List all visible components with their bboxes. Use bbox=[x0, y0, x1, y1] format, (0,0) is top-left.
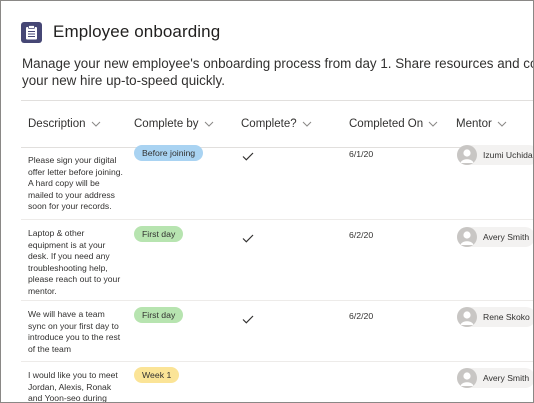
row-description: I would like you to meet Jordan, Alexis,… bbox=[28, 370, 118, 403]
page-description: Manage your new employee's onboarding pr… bbox=[22, 55, 533, 89]
column-header-label: Completed On bbox=[349, 118, 424, 130]
chevron-down-icon bbox=[428, 121, 438, 127]
avatar bbox=[457, 145, 477, 165]
app-header: Employee onboarding bbox=[21, 21, 220, 43]
row-description: Please sign your digital offer letter be… bbox=[28, 155, 123, 212]
completed-on-date: 6/2/20 bbox=[349, 230, 374, 240]
check-icon bbox=[242, 148, 254, 166]
mentor-persona[interactable]: Avery Smith bbox=[457, 227, 533, 247]
chevron-down-icon bbox=[497, 121, 507, 127]
description-line-1: Manage your new employee's onboarding pr… bbox=[22, 56, 533, 71]
page-title: Employee onboarding bbox=[53, 22, 221, 41]
column-header-label: Complete by bbox=[134, 118, 199, 130]
table-header: Description Complete by Complete? Comple… bbox=[21, 100, 533, 148]
mentor-name: Avery Smith bbox=[483, 232, 530, 242]
mentor-persona[interactable]: Izumi Uchida bbox=[457, 145, 533, 165]
complete-by-pill: First day bbox=[134, 226, 184, 242]
check-icon bbox=[242, 230, 254, 248]
column-header-label: Description bbox=[28, 118, 86, 130]
chevron-down-icon bbox=[91, 121, 100, 127]
mentor-name: Rene Skoko bbox=[483, 312, 530, 322]
complete-by-pill: Week 1 bbox=[134, 367, 180, 383]
column-header-mentor[interactable]: Mentor bbox=[456, 101, 507, 147]
mentor-persona[interactable]: Rene Skoko bbox=[457, 307, 533, 327]
check-icon bbox=[242, 311, 254, 329]
chevron-down-icon bbox=[302, 121, 311, 127]
column-header-completed-on[interactable]: Completed On bbox=[349, 101, 438, 147]
column-header-label: Complete? bbox=[241, 118, 297, 130]
avatar bbox=[457, 368, 477, 388]
chevron-down-icon bbox=[204, 121, 213, 127]
column-header-complete[interactable]: Complete? bbox=[241, 101, 312, 147]
column-header-label: Mentor bbox=[456, 118, 492, 130]
column-header-description[interactable]: Description bbox=[28, 101, 101, 147]
clipboard-list-icon bbox=[21, 21, 42, 43]
description-line-2: your new hire up-to-speed quickly. bbox=[22, 73, 225, 88]
row-description: Laptop & other equipment is at your desk… bbox=[28, 228, 121, 296]
complete-by-pill: First day bbox=[134, 307, 184, 323]
row-description: We will have a team sync on your first d… bbox=[28, 309, 121, 354]
onboarding-window: Employee onboarding Manage your new empl… bbox=[0, 0, 534, 403]
mentor-name: Avery Smith bbox=[483, 373, 530, 383]
avatar bbox=[457, 307, 477, 327]
completed-on-date: 6/1/20 bbox=[349, 149, 374, 159]
mentor-persona[interactable]: Avery Smith bbox=[457, 368, 533, 388]
column-header-complete-by[interactable]: Complete by bbox=[134, 101, 214, 147]
complete-by-pill: Before joining bbox=[134, 145, 204, 161]
mentor-name: Izumi Uchida bbox=[483, 150, 533, 160]
avatar bbox=[457, 227, 477, 247]
completed-on-date: 6/2/20 bbox=[349, 311, 374, 321]
